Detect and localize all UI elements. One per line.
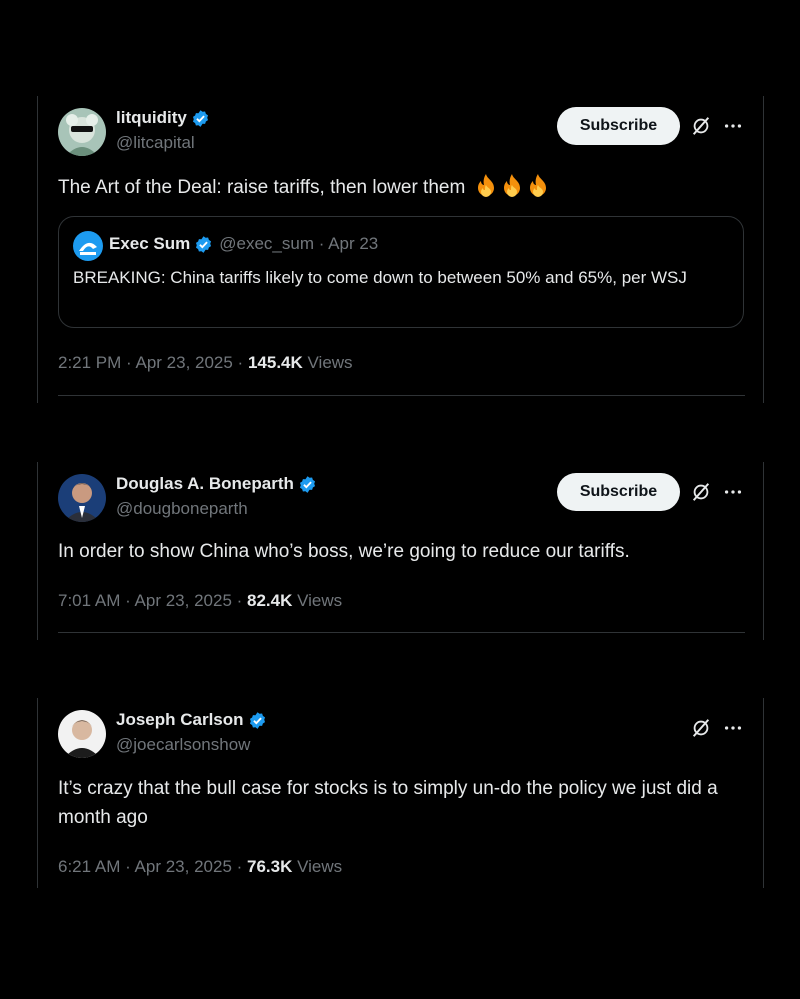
more-icon[interactable] — [722, 481, 744, 503]
verified-badge-icon — [299, 475, 315, 493]
subscribe-button[interactable]: Subscribe — [557, 107, 680, 145]
quote-text: BREAKING: China tariffs likely to come d… — [73, 268, 687, 287]
tweet-text: The Art of the Deal: raise tariffs, then… — [58, 173, 728, 202]
display-name[interactable]: Douglas A. Boneparth — [116, 474, 294, 494]
tweet-card[interactable]: litquidity @litcapital Subscribe The Art… — [37, 96, 764, 403]
tweet-text: It’s crazy that the bull case for stocks… — [58, 778, 718, 828]
quote-avatar — [73, 231, 103, 261]
tweet-card[interactable]: Joseph Carlson @joecarlsonshow It’s craz… — [37, 698, 764, 888]
avatar[interactable] — [58, 710, 106, 758]
verified-badge-icon — [196, 235, 212, 253]
fire-emoji — [477, 174, 494, 197]
divider — [58, 395, 745, 396]
tweet-meta: 6:21 AM · Apr 23, 2025 · 76.3K Views — [58, 857, 342, 877]
more-icon[interactable] — [722, 115, 744, 137]
user-handle[interactable]: @dougboneparth — [116, 499, 248, 519]
tweet-meta: 2:21 PM · Apr 23, 2025 · 145.4K Views — [58, 353, 353, 373]
views-count: 145.4K — [247, 353, 303, 372]
grok-icon[interactable] — [690, 481, 712, 503]
subscribe-button[interactable]: Subscribe — [557, 473, 680, 511]
views-label: Views — [292, 591, 343, 610]
grok-icon[interactable] — [690, 717, 712, 739]
divider — [58, 632, 745, 633]
verified-badge-icon — [249, 711, 265, 729]
tweet-card[interactable]: Douglas A. Boneparth @dougboneparth Subs… — [37, 462, 764, 640]
display-name[interactable]: Joseph Carlson — [116, 710, 244, 730]
avatar[interactable] — [58, 108, 106, 156]
verified-badge-icon — [192, 109, 208, 127]
fire-emoji — [503, 174, 520, 197]
views-label: Views — [292, 857, 343, 876]
views-count: 82.4K — [247, 591, 293, 610]
tweet-meta: 7:01 AM · Apr 23, 2025 · 82.4K Views — [58, 591, 342, 611]
avatar[interactable] — [58, 474, 106, 522]
views-label: Views — [302, 353, 353, 372]
timestamp[interactable]: 6:21 AM · Apr 23, 2025 · — [58, 857, 247, 876]
user-handle[interactable]: @litcapital — [116, 133, 195, 153]
timestamp[interactable]: 2:21 PM · Apr 23, 2025 · — [58, 353, 248, 372]
more-icon[interactable] — [722, 717, 744, 739]
fire-emoji — [529, 174, 546, 197]
views-count: 76.3K — [247, 857, 293, 876]
grok-icon[interactable] — [690, 115, 712, 137]
tweet-text-body: The Art of the Deal: raise tariffs, then… — [58, 177, 466, 198]
user-handle[interactable]: @joecarlsonshow — [116, 735, 250, 755]
display-name[interactable]: litquidity — [116, 108, 187, 128]
timestamp[interactable]: 7:01 AM · Apr 23, 2025 · — [58, 591, 247, 610]
quoted-tweet[interactable]: Exec Sum @exec_sum · Apr 23 BREAKING: Ch… — [58, 216, 744, 328]
quote-handle-date: @exec_sum · Apr 23 — [219, 234, 379, 253]
quote-display-name: Exec Sum — [109, 234, 191, 253]
tweet-text: In order to show China who’s boss, we’re… — [58, 541, 630, 562]
